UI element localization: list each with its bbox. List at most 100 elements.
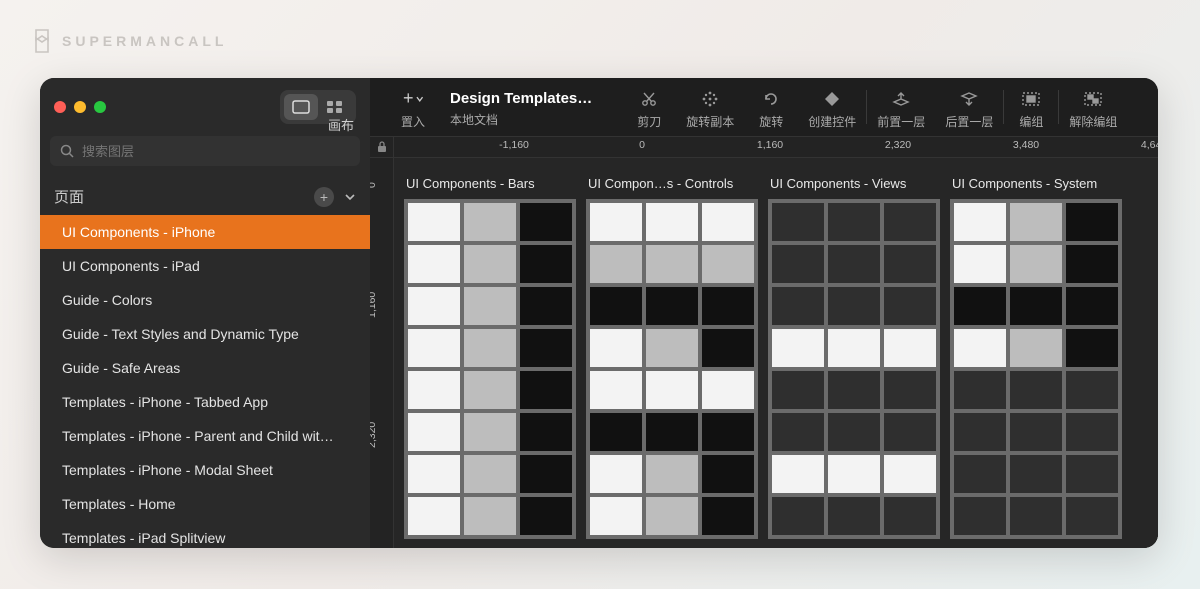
close-window-button[interactable]	[54, 101, 66, 113]
artboard-label[interactable]: UI Components - System	[950, 176, 1122, 191]
page-list-item[interactable]: Templates - Home	[40, 487, 370, 521]
artboard-grid[interactable]	[768, 199, 940, 539]
artboard-thumb[interactable]	[828, 287, 880, 325]
artboard-label[interactable]: UI Components - Views	[768, 176, 940, 191]
artboard-thumb[interactable]	[702, 455, 754, 493]
artboard-label[interactable]: UI Compon…s - Controls	[586, 176, 758, 191]
artboard-thumb[interactable]	[702, 329, 754, 367]
artboard-thumb[interactable]	[828, 371, 880, 409]
artboard-thumb[interactable]	[772, 245, 824, 283]
artboard-thumb[interactable]	[1066, 455, 1118, 493]
artboard-thumb[interactable]	[702, 497, 754, 535]
artboard-thumb[interactable]	[646, 203, 698, 241]
artboard-thumb[interactable]	[954, 287, 1006, 325]
artboard-thumb[interactable]	[1066, 329, 1118, 367]
scissors-tool[interactable]: 剪刀	[622, 84, 676, 134]
artboard-thumb[interactable]	[520, 329, 572, 367]
artboard-label[interactable]: UI Components - Bars	[404, 176, 576, 191]
artboard-thumb[interactable]	[590, 203, 642, 241]
document-title-group[interactable]: Design Templates… 本地文档	[440, 84, 622, 134]
artboard-thumb[interactable]	[954, 413, 1006, 451]
artboard-thumb[interactable]	[954, 203, 1006, 241]
artboard-thumb[interactable]	[884, 287, 936, 325]
place-tool[interactable]: + 置入	[386, 84, 440, 134]
artboard-thumb[interactable]	[520, 497, 572, 535]
artboard-grid[interactable]	[950, 199, 1122, 539]
page-list-item[interactable]: Guide - Text Styles and Dynamic Type	[40, 317, 370, 351]
artboard-thumb[interactable]	[1066, 497, 1118, 535]
artboard-thumb[interactable]	[954, 455, 1006, 493]
artboard-thumb[interactable]	[772, 413, 824, 451]
artboard-thumb[interactable]	[408, 329, 460, 367]
group-tool[interactable]: 编组	[1004, 84, 1058, 134]
artboard-thumb[interactable]	[884, 371, 936, 409]
artboard-thumb[interactable]	[408, 203, 460, 241]
artboard-thumb[interactable]	[772, 287, 824, 325]
artboard-thumb[interactable]	[646, 287, 698, 325]
artboard-thumb[interactable]	[1010, 371, 1062, 409]
artboard-thumb[interactable]	[590, 287, 642, 325]
artboard-thumb[interactable]	[884, 329, 936, 367]
artboard-thumb[interactable]	[408, 455, 460, 493]
artboard-thumb[interactable]	[646, 245, 698, 283]
artboard-thumb[interactable]	[408, 497, 460, 535]
create-widget-tool[interactable]: 创建控件	[798, 84, 866, 134]
artboard-thumb[interactable]	[884, 245, 936, 283]
horizontal-ruler[interactable]: -1,16001,1602,3203,4804,640	[394, 137, 1158, 157]
artboard-thumb[interactable]	[884, 413, 936, 451]
search-bar[interactable]	[50, 136, 360, 166]
artboard-thumb[interactable]	[590, 413, 642, 451]
artboard-thumb[interactable]	[1010, 287, 1062, 325]
search-input[interactable]	[82, 144, 350, 159]
artboard-thumb[interactable]	[772, 329, 824, 367]
artboard-thumb[interactable]	[702, 287, 754, 325]
artboard-thumb[interactable]	[954, 497, 1006, 535]
artboard-thumb[interactable]	[520, 245, 572, 283]
artboard-thumb[interactable]	[828, 203, 880, 241]
artboard-thumb[interactable]	[884, 203, 936, 241]
artboard-thumb[interactable]	[884, 497, 936, 535]
artboard-thumb[interactable]	[464, 287, 516, 325]
page-list-item[interactable]: UI Components - iPad	[40, 249, 370, 283]
artboard-thumb[interactable]	[1066, 245, 1118, 283]
artboard-thumb[interactable]	[646, 329, 698, 367]
artboard-thumb[interactable]	[408, 413, 460, 451]
artboard-thumb[interactable]	[590, 497, 642, 535]
artboard-thumb[interactable]	[702, 203, 754, 241]
artboard-thumb[interactable]	[702, 371, 754, 409]
artboard-thumb[interactable]	[408, 287, 460, 325]
add-page-button[interactable]: +	[314, 187, 334, 207]
artboard-thumb[interactable]	[702, 413, 754, 451]
page-list-item[interactable]: Templates - iPhone - Parent and Child wi…	[40, 419, 370, 453]
artboard-thumb[interactable]	[520, 287, 572, 325]
page-list-item[interactable]: Templates - iPhone - Tabbed App	[40, 385, 370, 419]
artboard-grid[interactable]	[404, 199, 576, 539]
artboard-thumb[interactable]	[520, 371, 572, 409]
vertical-ruler[interactable]: 01,1602,320	[370, 158, 394, 548]
artboard-thumb[interactable]	[646, 455, 698, 493]
page-list-item[interactable]: Guide - Safe Areas	[40, 351, 370, 385]
artboard-thumb[interactable]	[590, 371, 642, 409]
page-list-item[interactable]: Templates - iPhone - Modal Sheet	[40, 453, 370, 487]
artboard-thumb[interactable]	[1010, 497, 1062, 535]
artboard-thumb[interactable]	[1010, 245, 1062, 283]
artboard-thumb[interactable]	[464, 371, 516, 409]
artboard-thumb[interactable]	[520, 455, 572, 493]
page-list-item[interactable]: UI Components - iPhone	[40, 215, 370, 249]
artboard-thumb[interactable]	[464, 497, 516, 535]
artboard-grid[interactable]	[586, 199, 758, 539]
artboard-thumb[interactable]	[1010, 455, 1062, 493]
bring-forward-tool[interactable]: 前置一层	[867, 84, 935, 134]
artboard-thumb[interactable]	[772, 203, 824, 241]
artboard-thumb[interactable]	[702, 245, 754, 283]
artboard-thumb[interactable]	[772, 455, 824, 493]
page-list-item[interactable]: Guide - Colors	[40, 283, 370, 317]
canvas-view-button[interactable]	[284, 94, 318, 120]
artboard-thumb[interactable]	[1010, 413, 1062, 451]
artboard-thumb[interactable]	[1066, 371, 1118, 409]
artboard-thumb[interactable]	[590, 245, 642, 283]
page-list-item[interactable]: Templates - iPad Splitview	[40, 521, 370, 548]
artboard-thumb[interactable]	[464, 455, 516, 493]
chevron-down-icon[interactable]	[344, 191, 356, 203]
artboard-thumb[interactable]	[828, 329, 880, 367]
